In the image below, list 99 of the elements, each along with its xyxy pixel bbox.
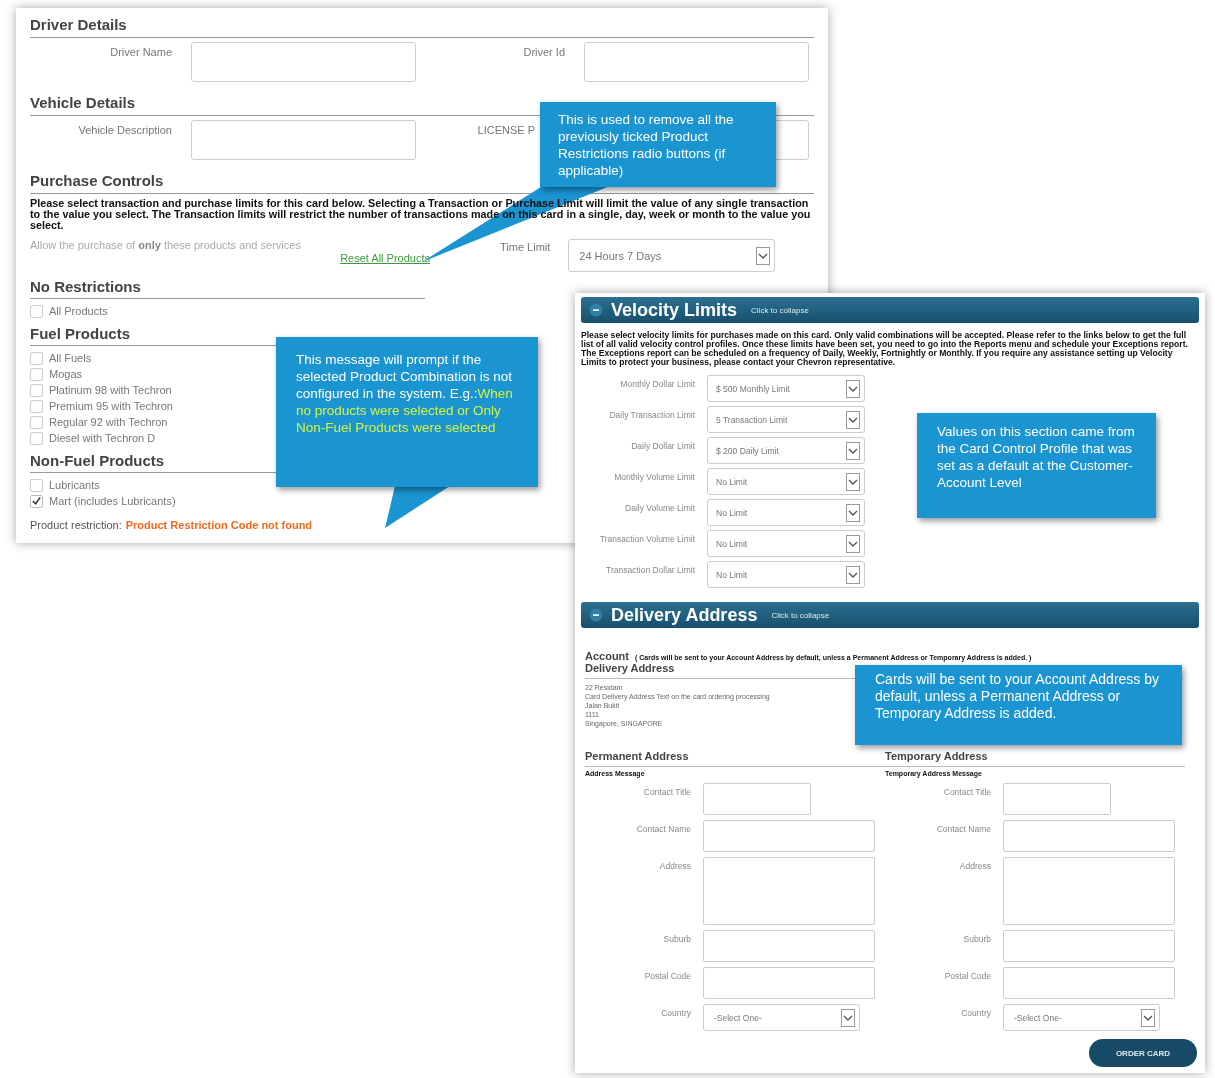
checkbox[interactable] xyxy=(30,383,43,397)
checkbox[interactable] xyxy=(30,351,43,365)
group-title: No Restrictions xyxy=(30,275,425,299)
allow-text: Allow the purchase of only these products and services xyxy=(30,239,302,251)
field-label: Address xyxy=(658,860,691,872)
field-label: Contact Title xyxy=(942,786,991,798)
checkbox-label: Platinum 98 with Techron xyxy=(49,384,172,396)
field-label: Transaction Dollar Limit xyxy=(605,564,695,576)
field-label: Driver Id xyxy=(522,45,565,58)
collapse-icon xyxy=(589,608,603,622)
input-field[interactable] xyxy=(703,783,811,815)
checkbox[interactable] xyxy=(30,478,43,492)
text-area[interactable] xyxy=(1003,857,1175,925)
time-limit-select[interactable]: 24 Hours 7 Days xyxy=(568,239,776,272)
restriction-label: Product restriction: xyxy=(30,519,122,531)
checkbox-label: Diesel with Techron D xyxy=(49,432,156,444)
limit-select[interactable]: No Limit xyxy=(707,468,865,495)
caret-icon xyxy=(756,246,771,265)
callout-tooltip: Values on this section came from the Card Control Profile that was set as a default at the Customer-Account Level xyxy=(917,413,1156,518)
caret-icon xyxy=(846,472,860,491)
field-label: Monthly Volume Limit xyxy=(613,471,695,483)
caret-icon xyxy=(846,503,860,522)
field-label: Contact Name xyxy=(635,823,691,835)
limit-select[interactable]: 5 Transaction Limit xyxy=(707,406,865,433)
input-field[interactable] xyxy=(191,120,416,160)
error-message: Product Restriction Code not found xyxy=(125,519,313,531)
field-label: Daily Dollar Limit xyxy=(630,440,695,452)
checkbox-label: Premium 95 with Techron xyxy=(49,400,173,412)
country-select[interactable]: -Select One- xyxy=(703,1004,860,1031)
checkbox[interactable] xyxy=(30,494,43,508)
field-label: Driver Name xyxy=(109,45,172,58)
checkbox[interactable] xyxy=(30,431,43,445)
field-label: Transaction Volume Limit xyxy=(598,533,695,545)
collapse-icon xyxy=(589,303,603,317)
address-title: Permanent Address xyxy=(585,750,885,767)
field-label: Contact Title xyxy=(642,786,691,798)
field-label: Vehicle Description xyxy=(77,123,172,136)
address-title: Temporary Address xyxy=(885,750,1185,767)
limit-select[interactable]: No Limit xyxy=(707,530,865,557)
input-field[interactable] xyxy=(191,42,416,82)
caret-icon xyxy=(846,534,860,553)
checkbox-label: Mogas xyxy=(49,368,83,380)
order-card-button[interactable]: ORDER CARD xyxy=(1089,1039,1197,1067)
field-label: Address xyxy=(958,860,991,872)
instructions-text: Please select velocity limits for purchases made on this card. Only valid combinations will be accepted. Please refer to the links below to get the full list of all valid velocity control profiles. Once these limits have been set, you need to go into the Reports menu and schedule your Exceptions report. The Exceptions report can be scheduled on a frequency of Daily, Weekly, Fortnightly or Monthly. If you require any assistance setting up Velocity Limits to protect your business, please contact your Chevron representative. xyxy=(581,331,1189,367)
callout-tooltip: Cards will be sent to your Account Address by default, unless a Permanent Address or Temporary Address is added. xyxy=(855,665,1182,745)
callout-tooltip: This is used to remove all the previously ticked Product Restrictions radio buttons (if applicable) xyxy=(540,102,776,187)
caret-icon xyxy=(1141,1008,1155,1027)
caret-icon xyxy=(846,441,860,460)
checkbox[interactable] xyxy=(30,304,43,318)
checkbox[interactable] xyxy=(30,367,43,381)
account-label: Account xyxy=(585,650,629,662)
field-label: Time Limit xyxy=(500,240,551,253)
reset-link[interactable]: Reset All Products xyxy=(340,252,430,264)
input-field[interactable] xyxy=(703,967,875,999)
limit-select[interactable]: No Limit xyxy=(707,561,865,588)
section-header[interactable]: Delivery Address Click to collapse xyxy=(581,602,1199,628)
input-field[interactable] xyxy=(1003,967,1175,999)
section-title: Driver Details xyxy=(30,14,814,38)
input-field[interactable] xyxy=(1003,783,1111,815)
caret-icon xyxy=(846,379,860,398)
checkbox[interactable] xyxy=(30,399,43,413)
field-label: Daily Transaction Limit xyxy=(608,409,695,421)
caret-icon xyxy=(841,1008,855,1027)
country-select[interactable]: -Select One- xyxy=(1003,1004,1160,1031)
section-header[interactable]: Velocity Limits Click to collapse xyxy=(581,297,1199,323)
callout-pointer xyxy=(385,486,450,528)
field-label: LICENSE P xyxy=(476,123,535,136)
checkbox-label: Mart (includes Lubricants) xyxy=(49,495,176,507)
checkbox-label: All Products xyxy=(49,305,108,317)
section-title: Delivery Address xyxy=(611,604,758,626)
field-label: Country xyxy=(960,1007,991,1019)
checkbox-label: Lubricants xyxy=(49,479,100,491)
input-field[interactable] xyxy=(703,930,875,962)
caret-icon xyxy=(846,410,860,429)
collapse-hint: Click to collapse xyxy=(751,305,809,315)
callout-tooltip: This message will prompt if the selected Product Combination is not configured in the system. E.g.:When no products were selected or Only Non-Fuel Products were selected xyxy=(276,337,538,487)
input-field[interactable] xyxy=(1003,930,1175,962)
field-label: Country xyxy=(660,1007,691,1019)
limit-select[interactable]: $ 500 Monthly Limit xyxy=(707,375,865,402)
field-label: Contact Name xyxy=(935,823,991,835)
limit-select[interactable]: No Limit xyxy=(707,499,865,526)
limit-select[interactable]: $ 200 Daily Limit xyxy=(707,437,865,464)
checkbox-label: Regular 92 with Techron xyxy=(49,416,168,428)
caret-icon xyxy=(846,565,860,584)
input-field[interactable] xyxy=(584,42,809,82)
field-label: Suburb xyxy=(962,933,991,945)
section-title: Velocity Limits xyxy=(611,299,738,321)
field-label: Daily Volume Limit xyxy=(624,502,695,514)
input-field[interactable] xyxy=(703,820,875,852)
text-area[interactable] xyxy=(703,857,875,925)
field-label: Postal Code xyxy=(643,970,691,982)
checkbox[interactable] xyxy=(30,415,43,429)
field-label: Postal Code xyxy=(943,970,991,982)
input-field[interactable] xyxy=(1003,820,1175,852)
field-label: Monthly Dollar Limit xyxy=(619,378,695,390)
collapse-hint: Click to collapse xyxy=(771,610,830,620)
checkbox-label: All Fuels xyxy=(49,352,92,364)
field-label: Suburb xyxy=(662,933,691,945)
